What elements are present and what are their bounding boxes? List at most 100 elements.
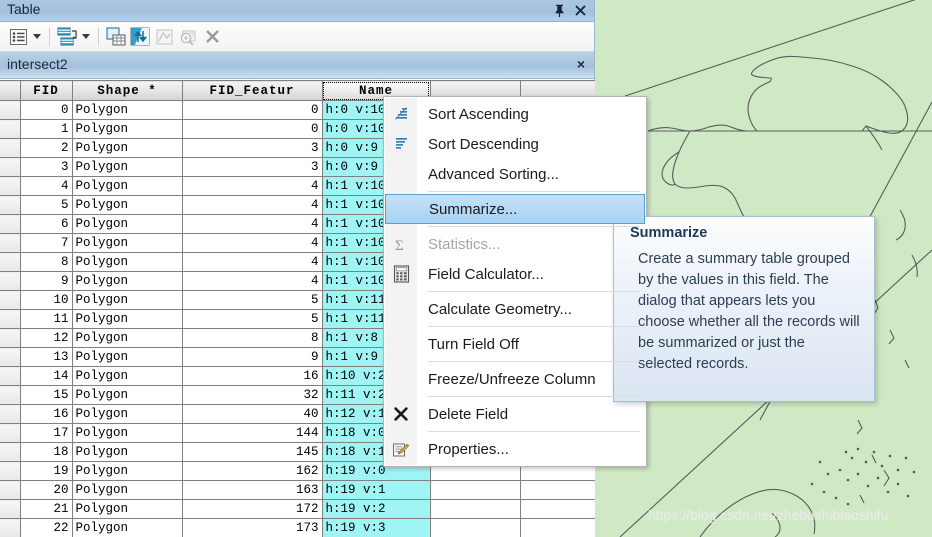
tab-intersect2[interactable]: intersect2 bbox=[7, 56, 68, 72]
cell-shape[interactable]: Polygon bbox=[72, 461, 183, 481]
row-select-cell[interactable] bbox=[0, 195, 21, 215]
cell-fid-featur[interactable]: 9 bbox=[182, 347, 323, 367]
cell-shape[interactable]: Polygon bbox=[72, 309, 183, 329]
cell-fid-featur[interactable]: 0 bbox=[182, 100, 323, 120]
cell-fid[interactable]: 6 bbox=[20, 214, 73, 234]
table-row[interactable]: 21 Polygon 172 h:19 v:2 bbox=[0, 499, 595, 519]
cell-fid-featur[interactable]: 16 bbox=[182, 366, 323, 386]
row-select-cell[interactable] bbox=[0, 385, 21, 405]
cell-fid[interactable]: 14 bbox=[20, 366, 73, 386]
cell-shape[interactable]: Polygon bbox=[72, 176, 183, 196]
cell-fid-featur[interactable]: 4 bbox=[182, 214, 323, 234]
row-select-cell[interactable] bbox=[0, 442, 21, 462]
table-options-dropdown-caret[interactable] bbox=[30, 25, 44, 49]
cell-fid[interactable]: 5 bbox=[20, 195, 73, 215]
cell-shape[interactable]: Polygon bbox=[72, 480, 183, 500]
cell-shape[interactable]: Polygon bbox=[72, 138, 183, 158]
cell-fid[interactable]: 8 bbox=[20, 252, 73, 272]
context-menu-item-properties[interactable]: Properties... bbox=[384, 434, 646, 464]
context-menu-item-turn-field-off[interactable]: Turn Field Off bbox=[384, 329, 646, 359]
row-select-header[interactable] bbox=[0, 80, 21, 101]
cell-fid-featur[interactable]: 4 bbox=[182, 271, 323, 291]
cell-fid[interactable]: 2 bbox=[20, 138, 73, 158]
cell-shape[interactable]: Polygon bbox=[72, 119, 183, 139]
cell-fid-featur[interactable]: 5 bbox=[182, 309, 323, 329]
context-menu-item-freeze-unfreeze-column[interactable]: Freeze/Unfreeze Column bbox=[384, 364, 646, 394]
row-select-cell[interactable] bbox=[0, 366, 21, 386]
row-select-cell[interactable] bbox=[0, 271, 21, 291]
cell-fid[interactable]: 10 bbox=[20, 290, 73, 310]
row-select-cell[interactable] bbox=[0, 214, 21, 234]
cell-shape[interactable]: Polygon bbox=[72, 233, 183, 253]
cell-fid-featur[interactable]: 4 bbox=[182, 252, 323, 272]
row-select-cell[interactable] bbox=[0, 176, 21, 196]
cell-fid[interactable]: 1 bbox=[20, 119, 73, 139]
cell-fid-featur[interactable]: 144 bbox=[182, 423, 323, 443]
column-header-fid-featur[interactable]: FID_Featur bbox=[182, 80, 323, 101]
row-select-cell[interactable] bbox=[0, 290, 21, 310]
cell-shape[interactable]: Polygon bbox=[72, 100, 183, 120]
cell-fid-featur[interactable]: 3 bbox=[182, 138, 323, 158]
related-tables-dropdown-caret[interactable] bbox=[79, 25, 93, 49]
row-select-cell[interactable] bbox=[0, 499, 21, 519]
cell-fid[interactable]: 17 bbox=[20, 423, 73, 443]
cell-fid-featur[interactable]: 40 bbox=[182, 404, 323, 424]
cell-shape[interactable]: Polygon bbox=[72, 347, 183, 367]
cell-fid-featur[interactable]: 4 bbox=[182, 233, 323, 253]
cell-fid-featur[interactable]: 162 bbox=[182, 461, 323, 481]
row-select-cell[interactable] bbox=[0, 157, 21, 177]
cell-fid-featur[interactable]: 8 bbox=[182, 328, 323, 348]
column-header-fid[interactable]: FID bbox=[20, 80, 73, 101]
zoom-to-selected-icon[interactable] bbox=[152, 25, 176, 49]
cell-extra-2[interactable] bbox=[520, 480, 595, 500]
cell-shape[interactable]: Polygon bbox=[72, 366, 183, 386]
cell-shape[interactable]: Polygon bbox=[72, 518, 183, 537]
context-menu-item-sort-ascending[interactable]: Sort Ascending bbox=[384, 99, 646, 129]
context-menu-item-delete-field[interactable]: Delete Field bbox=[384, 399, 646, 429]
cell-fid-featur[interactable]: 173 bbox=[182, 518, 323, 537]
cell-fid[interactable]: 15 bbox=[20, 385, 73, 405]
row-select-cell[interactable] bbox=[0, 404, 21, 424]
row-select-cell[interactable] bbox=[0, 252, 21, 272]
tab-close-icon[interactable]: × bbox=[577, 56, 585, 72]
pin-icon[interactable] bbox=[551, 2, 568, 19]
context-menu-item-calculate-geometry[interactable]: Calculate Geometry... bbox=[384, 294, 646, 324]
cell-fid[interactable]: 19 bbox=[20, 461, 73, 481]
row-select-cell[interactable] bbox=[0, 423, 21, 443]
cell-shape[interactable]: Polygon bbox=[72, 157, 183, 177]
row-select-cell[interactable] bbox=[0, 309, 21, 329]
cell-fid-featur[interactable]: 5 bbox=[182, 290, 323, 310]
cell-fid-featur[interactable]: 145 bbox=[182, 442, 323, 462]
zoom-selected-magnifier-icon[interactable] bbox=[176, 25, 200, 49]
related-tables-icon[interactable] bbox=[55, 25, 79, 49]
cell-fid[interactable]: 0 bbox=[20, 100, 73, 120]
context-menu-item-sort-descending[interactable]: Sort Descending bbox=[384, 129, 646, 159]
context-menu-item-advanced-sorting[interactable]: Advanced Sorting... bbox=[384, 159, 646, 189]
cell-name[interactable]: h:19 v:3 bbox=[322, 518, 431, 537]
table-row[interactable]: 20 Polygon 163 h:19 v:1 bbox=[0, 480, 595, 500]
cell-fid[interactable]: 13 bbox=[20, 347, 73, 367]
cell-extra-1[interactable] bbox=[430, 480, 521, 500]
column-header-shape[interactable]: Shape * bbox=[72, 80, 183, 101]
row-select-cell[interactable] bbox=[0, 518, 21, 537]
row-select-cell[interactable] bbox=[0, 347, 21, 367]
clear-selection-icon[interactable] bbox=[200, 25, 224, 49]
context-menu-item-field-calculator[interactable]: Field Calculator... bbox=[384, 259, 646, 289]
cell-fid-featur[interactable]: 3 bbox=[182, 157, 323, 177]
row-select-cell[interactable] bbox=[0, 233, 21, 253]
row-select-cell[interactable] bbox=[0, 328, 21, 348]
cell-fid[interactable]: 7 bbox=[20, 233, 73, 253]
row-select-cell[interactable] bbox=[0, 100, 21, 120]
cell-fid[interactable]: 18 bbox=[20, 442, 73, 462]
cell-name[interactable]: h:19 v:1 bbox=[322, 480, 431, 500]
switch-selection-icon[interactable] bbox=[128, 25, 152, 49]
table-row[interactable]: 22 Polygon 173 h:19 v:3 bbox=[0, 518, 595, 537]
cell-shape[interactable]: Polygon bbox=[72, 214, 183, 234]
cell-shape[interactable]: Polygon bbox=[72, 385, 183, 405]
cell-shape[interactable]: Polygon bbox=[72, 252, 183, 272]
row-select-cell[interactable] bbox=[0, 480, 21, 500]
cell-fid[interactable]: 20 bbox=[20, 480, 73, 500]
cell-fid-featur[interactable]: 4 bbox=[182, 195, 323, 215]
cell-fid-featur[interactable]: 163 bbox=[182, 480, 323, 500]
cell-fid[interactable]: 4 bbox=[20, 176, 73, 196]
